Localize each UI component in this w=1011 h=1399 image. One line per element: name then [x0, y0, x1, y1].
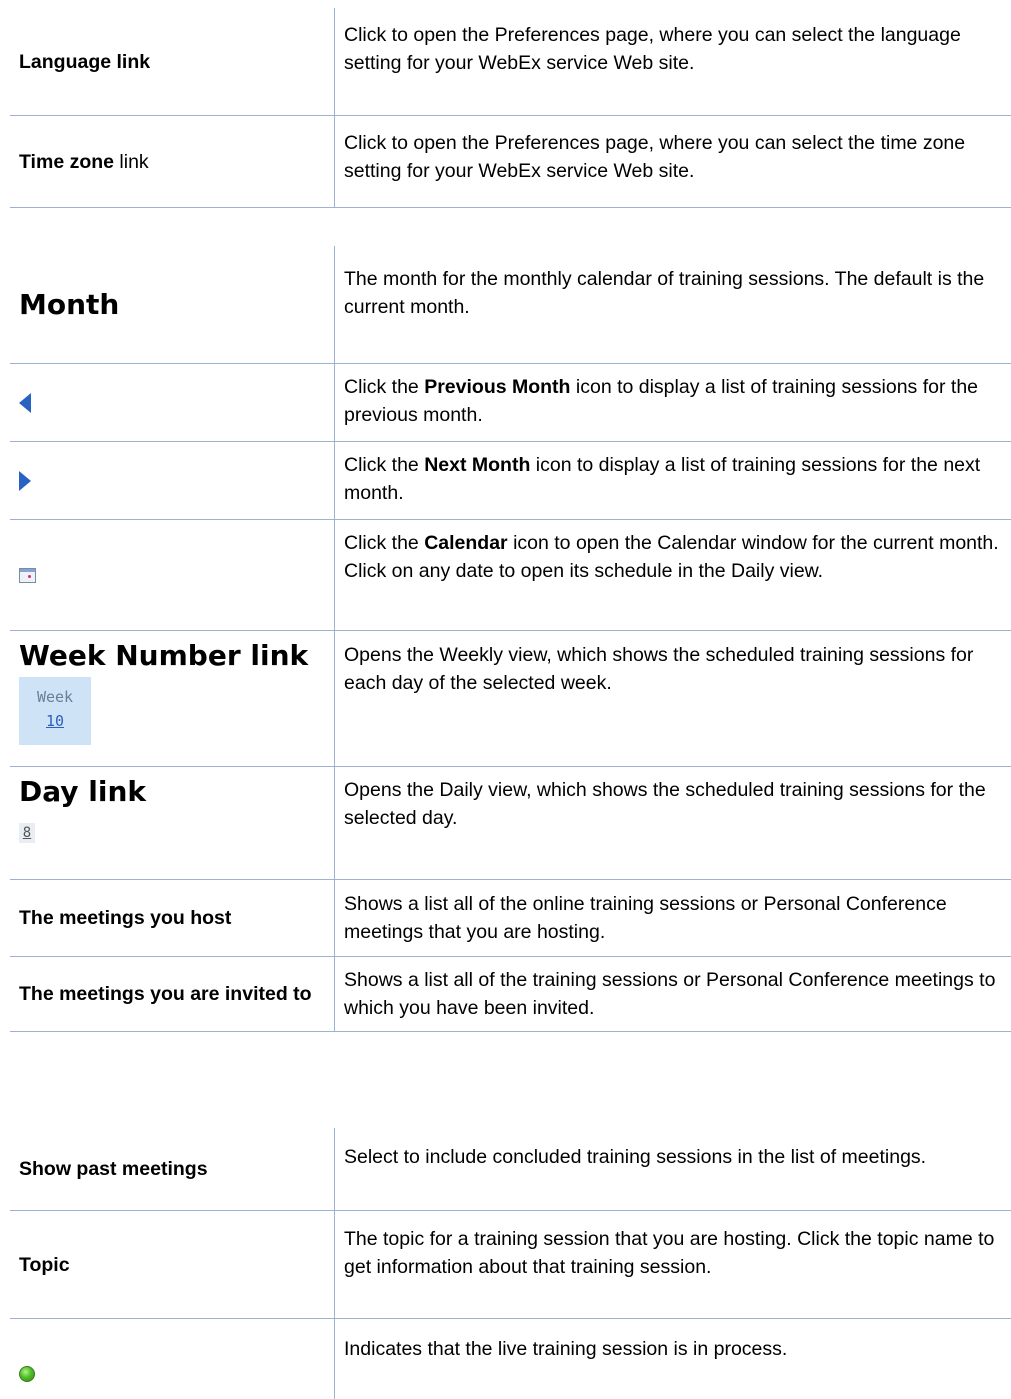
week-title: Week — [36, 688, 74, 706]
row-label: Time zone link — [19, 150, 149, 173]
next-month-icon[interactable] — [19, 470, 31, 491]
live-session-icon — [19, 1366, 35, 1382]
day-link-sample[interactable]: 8 — [19, 823, 35, 843]
week-number-link-sample[interactable]: Week 10 — [19, 677, 91, 745]
table-row: Month The month for the monthly calendar… — [10, 246, 1011, 364]
table-row: The meetings you host Shows a list all o… — [10, 880, 1011, 957]
table-row: Click the Previous Month icon to display… — [10, 364, 1011, 442]
row-description: Click the Next Month icon to display a l… — [344, 454, 981, 504]
row-description: Shows a list all of the online training … — [344, 893, 947, 943]
table-row: Week Number link Week 10 Opens the Weekl… — [10, 631, 1011, 767]
row-description: Shows a list all of the training session… — [344, 969, 996, 1019]
row-label: The meetings you are invited to — [19, 983, 312, 1005]
table-row: Indicates that the live training session… — [10, 1319, 1011, 1399]
row-description: Opens the Weekly view, which shows the s… — [344, 644, 974, 694]
row-description: Select to include concluded training ses… — [344, 1146, 927, 1168]
row-label: Day link — [19, 775, 147, 808]
row-label: Month — [19, 287, 120, 321]
table-row: The meetings you are invited to Shows a … — [10, 957, 1011, 1032]
row-description: Click to open the Preferences page, wher… — [344, 132, 966, 182]
options-table-1: Language link Click to open the Preferen… — [10, 8, 1011, 208]
row-label: Week Number link — [19, 639, 309, 672]
options-table-2: Month The month for the monthly calendar… — [10, 246, 1011, 1032]
table-row: Click the Calendar icon to open the Cale… — [10, 520, 1011, 631]
row-description: Click the Previous Month icon to display… — [344, 376, 979, 426]
row-description: The topic for a training session that yo… — [344, 1228, 995, 1278]
row-label: Topic — [19, 1253, 70, 1276]
row-description: Click to open the Preferences page, wher… — [344, 24, 961, 74]
previous-month-icon[interactable] — [19, 392, 31, 413]
row-label: The meetings you host — [19, 907, 232, 929]
table-row: Click the Next Month icon to display a l… — [10, 442, 1011, 520]
table-row: Show past meetings Select to include con… — [10, 1128, 1011, 1211]
week-number[interactable]: 10 — [19, 709, 91, 733]
row-label: Language link — [19, 50, 151, 73]
row-label: Show past meetings — [19, 1158, 208, 1180]
table-row: Day link 8 Opens the Daily view, which s… — [10, 767, 1011, 880]
table-row: Time zone link Click to open the Prefere… — [10, 116, 1011, 208]
row-description: The month for the monthly calendar of tr… — [344, 268, 985, 318]
table-row: Language link Click to open the Preferen… — [10, 8, 1011, 116]
options-table-3: Show past meetings Select to include con… — [10, 1128, 1011, 1399]
row-description: Click the Calendar icon to open the Cale… — [344, 532, 999, 582]
row-description: Opens the Daily view, which shows the sc… — [344, 779, 986, 829]
row-description: Indicates that the live training session… — [344, 1338, 788, 1360]
calendar-icon[interactable] — [19, 567, 36, 583]
table-row: Topic The topic for a training session t… — [10, 1211, 1011, 1319]
